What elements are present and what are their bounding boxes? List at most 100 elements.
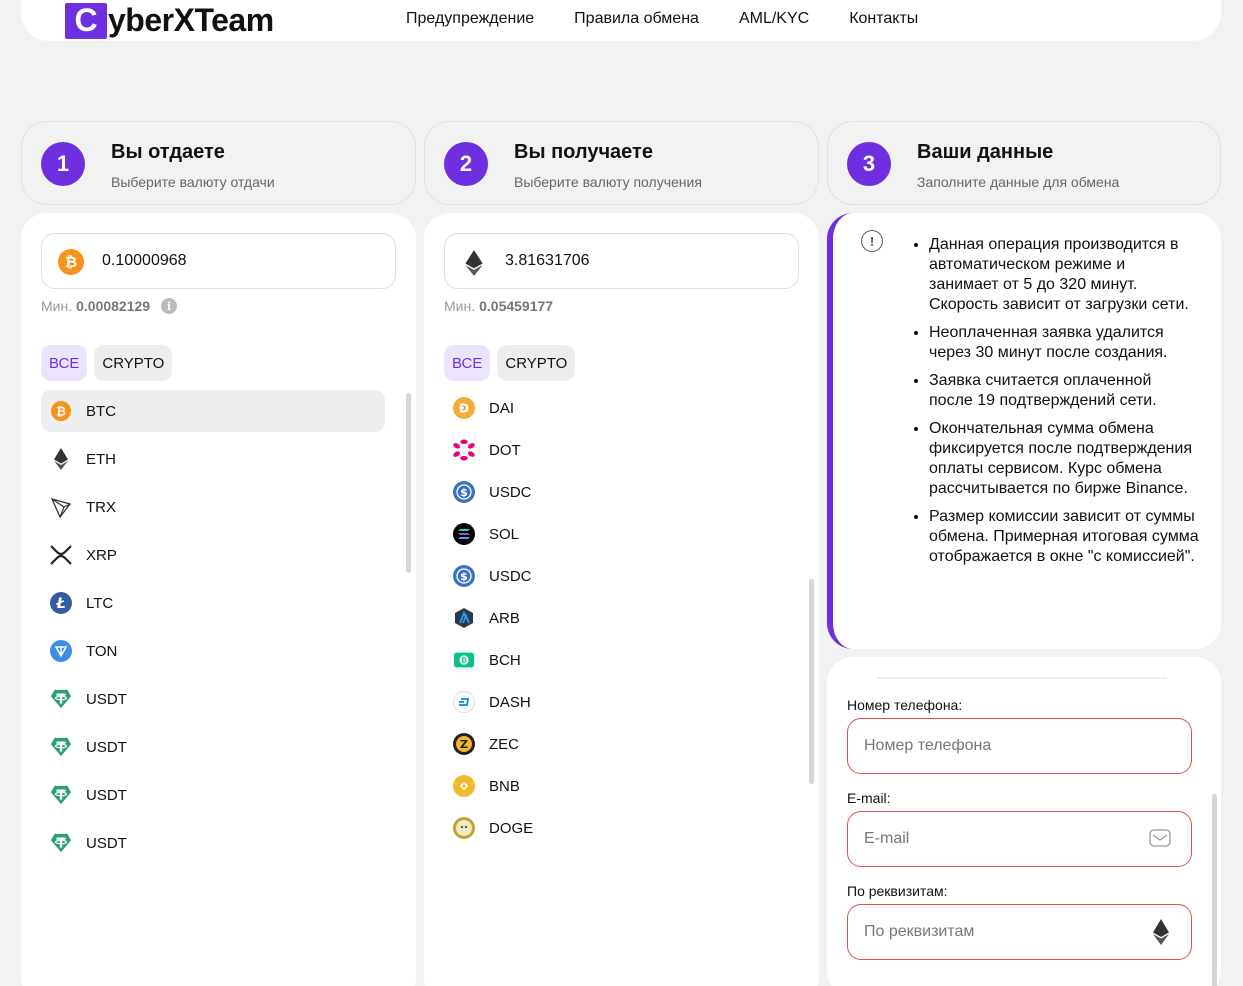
coin-item-btc[interactable]: ₿ BTC	[41, 390, 385, 432]
nav-contacts[interactable]: Контакты	[849, 10, 918, 28]
tether-icon	[50, 688, 72, 710]
coin-label: TON	[86, 642, 118, 660]
tron-icon	[50, 496, 72, 518]
coin-item-zec[interactable]: Z ZEC	[444, 726, 788, 762]
warning-icon: !	[861, 230, 883, 252]
nav-aml-kyc[interactable]: AML/KYC	[739, 10, 809, 28]
svg-text:Z: Z	[460, 738, 468, 751]
coin-item-bch[interactable]: ₿ BCH	[444, 642, 788, 678]
give-panel: ₿ 0.10000968 Мин. 0.00082129 i ВСЕ CRYPT…	[21, 213, 416, 986]
give-list-scrollbar[interactable]	[406, 393, 411, 573]
coin-item-dai[interactable]: Đ DAI	[444, 390, 788, 426]
coin-item-usdt[interactable]: USDT	[41, 822, 385, 864]
svg-text:Ł: Ł	[55, 596, 65, 612]
filter-crypto[interactable]: CRYPTO	[497, 345, 576, 381]
get-list-scrollbar[interactable]	[809, 579, 814, 784]
tether-icon	[50, 784, 72, 806]
eth-icon	[50, 448, 72, 470]
phone-label: Номер телефона:	[847, 697, 963, 713]
tether-icon	[50, 736, 72, 758]
coin-item-trx[interactable]: TRX	[41, 486, 385, 528]
coin-label: ZEC	[489, 735, 519, 753]
filter-crypto[interactable]: CRYPTO	[94, 345, 173, 381]
svg-text:$: $	[460, 486, 468, 499]
litecoin-icon: Ł	[50, 592, 72, 614]
give-amount-value: 0.10000968	[102, 252, 187, 269]
min-value: 0.00082129	[76, 298, 151, 314]
step-number: 1	[41, 142, 85, 186]
solana-icon	[453, 523, 475, 545]
arbitrum-icon	[453, 607, 475, 629]
main-nav: Предупреждение Правила обмена AML/KYC Ко…	[406, 10, 918, 28]
coin-item-dot[interactable]: DOT	[444, 432, 788, 468]
coin-item-arb[interactable]: ARB	[444, 600, 788, 636]
mail-icon	[1149, 828, 1171, 853]
rules-panel: ! Данная операция производится в автомат…	[827, 213, 1221, 649]
coin-item-ltc[interactable]: Ł LTC	[41, 582, 385, 624]
min-label: Мин.	[444, 298, 476, 314]
filter-all[interactable]: ВСЕ	[41, 345, 88, 381]
filter-all[interactable]: ВСЕ	[444, 345, 491, 381]
get-amount-input[interactable]: 3.81631706	[444, 233, 799, 289]
step-subtitle: Выберите валюту получения	[514, 174, 702, 190]
requisites-field[interactable]: По реквизитам	[847, 904, 1192, 960]
site-logo[interactable]: C yberXTeam	[65, 2, 274, 39]
step-title: Ваши данные	[917, 141, 1054, 163]
rule-item: Размер комиссии зависит от суммы обмена.…	[929, 507, 1199, 567]
coin-item-usdc[interactable]: $ USDC	[444, 474, 788, 510]
step-number: 2	[444, 142, 488, 186]
coin-item-dash[interactable]: DASH	[444, 684, 788, 720]
step-subtitle: Выберите валюту отдачи	[111, 174, 275, 190]
step-subtitle: Заполните данные для обмена	[917, 174, 1120, 190]
eth-icon	[461, 249, 487, 282]
svg-text:$: $	[460, 570, 468, 583]
coin-label: USDT	[86, 834, 127, 852]
nav-warning[interactable]: Предупреждение	[406, 10, 534, 28]
nav-exchange-rules[interactable]: Правила обмена	[574, 10, 699, 28]
coin-label: BTC	[86, 402, 116, 420]
rule-item: Заявка считается оплаченной после 19 под…	[929, 371, 1199, 411]
email-label: E-mail:	[847, 790, 891, 806]
eth-icon	[1151, 918, 1171, 951]
give-coin-list: ₿ BTC ETH TRX XRP Ł LTC TON USDT USDT US…	[41, 390, 385, 870]
coin-label: BNB	[489, 777, 520, 795]
form-scrollbar[interactable]	[1212, 794, 1217, 986]
coin-item-usdt[interactable]: USDT	[41, 774, 385, 816]
coin-item-usdc[interactable]: $ USDC	[444, 558, 788, 594]
coin-item-xrp[interactable]: XRP	[41, 534, 385, 576]
coin-item-bnb[interactable]: BNB	[444, 768, 788, 804]
coin-item-doge[interactable]: DOGE	[444, 810, 788, 846]
coin-label: USDT	[86, 738, 127, 756]
svg-text:₿: ₿	[56, 405, 66, 419]
logo-text: yberXTeam	[108, 2, 274, 38]
details-form: Номер телефона: Номер телефона E-mail: E…	[827, 657, 1221, 986]
step-title: Вы отдаете	[111, 141, 225, 163]
coin-item-eth[interactable]: ETH	[41, 438, 385, 480]
coin-label: USDC	[489, 567, 532, 585]
dogecoin-icon	[453, 817, 475, 839]
give-amount-input[interactable]: ₿ 0.10000968	[41, 233, 396, 289]
usdc-icon: $	[453, 565, 475, 587]
email-placeholder: E-mail	[864, 830, 910, 847]
coin-label: USDT	[86, 690, 127, 708]
phone-field[interactable]: Номер телефона	[847, 718, 1192, 774]
coin-item-usdt[interactable]: USDT	[41, 726, 385, 768]
coin-label: DAI	[489, 399, 515, 417]
coin-label: DASH	[489, 693, 531, 711]
coin-item-sol[interactable]: SOL	[444, 516, 788, 552]
svg-text:₿: ₿	[461, 656, 467, 665]
coin-item-ton[interactable]: TON	[41, 630, 385, 672]
email-field[interactable]: E-mail	[847, 811, 1192, 867]
svg-text:Đ: Đ	[459, 402, 469, 416]
step-details: 3 Ваши данные Заполните данные для обмен…	[827, 121, 1221, 205]
coin-label: ETH	[86, 450, 116, 468]
bnb-icon	[453, 775, 475, 797]
phone-placeholder: Номер телефона	[864, 737, 992, 754]
requisites-placeholder: По реквизитам	[864, 923, 975, 940]
coin-label: XRP	[86, 546, 117, 564]
step-title: Вы получаете	[514, 141, 653, 163]
bitcoin-cash-icon: ₿	[453, 649, 475, 671]
info-icon[interactable]: i	[161, 298, 178, 314]
coin-label: USDC	[489, 483, 532, 501]
coin-item-usdt[interactable]: USDT	[41, 678, 385, 720]
